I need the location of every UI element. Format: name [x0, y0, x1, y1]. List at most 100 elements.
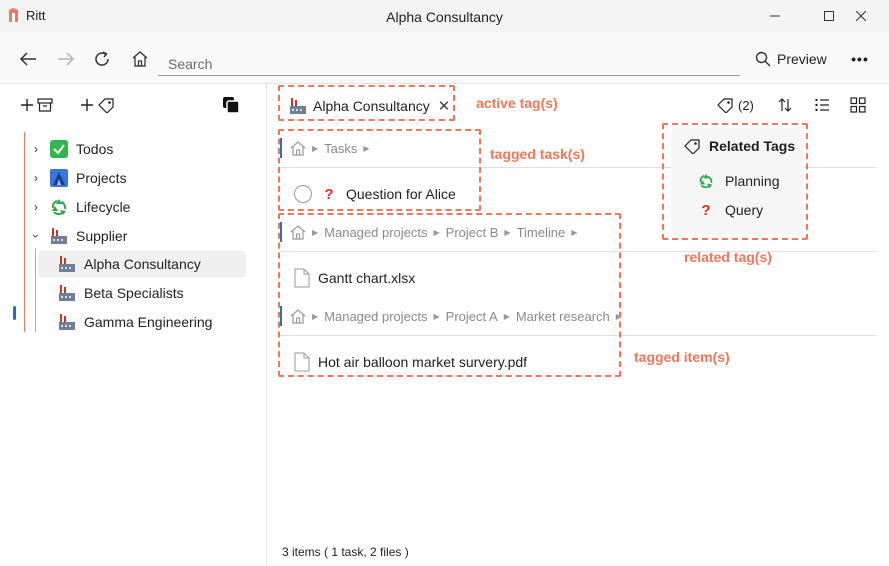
- file-icon: [294, 268, 310, 288]
- task-item[interactable]: ? Question for Alice: [294, 179, 456, 209]
- file-item[interactable]: Gantt chart.xlsx: [294, 263, 415, 293]
- plus-icon: [81, 99, 93, 111]
- breadcrumb-item[interactable]: Market research: [516, 309, 610, 324]
- breadcrumb-item[interactable]: Managed projects: [324, 309, 427, 324]
- crumb-separator-icon: ▶: [433, 227, 440, 237]
- home-icon: [290, 141, 306, 156]
- question-icon: ?: [324, 185, 334, 203]
- recycle-icon: [697, 172, 715, 190]
- grid-view-button[interactable]: [847, 92, 869, 118]
- tree-item-supplier[interactable]: › Supplier: [29, 223, 128, 249]
- annotation-active-tag: active tag(s): [476, 95, 558, 111]
- related-tags-title: Related Tags: [683, 138, 795, 154]
- recycle-icon: [50, 198, 68, 216]
- home-button[interactable]: [127, 46, 153, 72]
- forward-button[interactable]: [53, 46, 79, 72]
- divider: [280, 251, 877, 252]
- home-icon: [290, 225, 306, 240]
- breadcrumb-item[interactable]: Timeline: [517, 225, 566, 240]
- crumb-separator-icon: ▶: [504, 227, 511, 237]
- related-tags-panel: Related Tags Planning ? Query: [671, 128, 803, 234]
- remove-tag-icon[interactable]: ✕: [438, 97, 451, 115]
- group-accent-bar: [280, 306, 282, 326]
- tag-icon: [684, 139, 700, 154]
- tree-item-lifecycle[interactable]: › Lifecycle: [30, 194, 130, 220]
- factory-icon: [58, 284, 76, 302]
- crumb-separator-icon: ▶: [503, 311, 510, 321]
- tree-item-label: Alpha Consultancy: [84, 256, 201, 272]
- selection-marker: [13, 306, 16, 320]
- sidebar-actions: [20, 94, 250, 116]
- crumb-separator-icon: ▶: [363, 143, 370, 153]
- crumb-separator-icon: ▶: [615, 311, 622, 321]
- add-tag-button[interactable]: [80, 94, 115, 116]
- question-icon: ?: [701, 201, 711, 219]
- related-tags-toggle[interactable]: (2): [716, 92, 754, 118]
- sort-arrows-icon: [778, 98, 792, 112]
- collapse-all-button[interactable]: [222, 94, 240, 116]
- archive-box-icon: [37, 98, 53, 112]
- breadcrumb-item[interactable]: Project A: [446, 309, 498, 324]
- tag-icon: [717, 98, 733, 113]
- maximize-icon: [824, 11, 834, 21]
- active-tag-chip[interactable]: Alpha Consultancy ✕: [289, 92, 450, 120]
- active-tag-label: Alpha Consultancy: [313, 98, 430, 114]
- tree-item-alpha-consultancy[interactable]: Alpha Consultancy: [38, 251, 246, 277]
- related-tag-label: Query: [725, 202, 764, 218]
- more-button[interactable]: •••: [848, 46, 872, 72]
- file-label: Hot air balloon market survery.pdf: [318, 354, 528, 370]
- tree-item-projects[interactable]: › Projects: [30, 165, 127, 191]
- tree-item-beta-specialists[interactable]: Beta Specialists: [58, 280, 184, 306]
- group-header-market-research[interactable]: ▶ Managed projects ▶ Project A ▶ Market …: [280, 302, 877, 330]
- minimize-button[interactable]: [752, 0, 798, 32]
- search-icon: [755, 51, 771, 67]
- tree-item-todos[interactable]: › Todos: [30, 136, 113, 162]
- chevron-right-icon[interactable]: ›: [30, 171, 42, 185]
- tree-item-gamma-engineering[interactable]: Gamma Engineering: [58, 309, 212, 335]
- breadcrumb-item[interactable]: Managed projects: [324, 225, 427, 240]
- chevron-right-icon[interactable]: ›: [30, 200, 42, 214]
- green-check-icon: [50, 140, 68, 158]
- related-tag-planning[interactable]: Planning: [697, 172, 780, 190]
- annotation-tagged-tasks: tagged task(s): [490, 146, 585, 162]
- group-accent-bar: [280, 138, 282, 158]
- preview-button[interactable]: Preview: [755, 46, 827, 72]
- title-bar: Ritt Alpha Consultancy: [0, 0, 889, 32]
- preview-label: Preview: [777, 51, 827, 67]
- home-icon: [290, 309, 306, 324]
- back-button[interactable]: [15, 46, 41, 72]
- chevron-down-icon[interactable]: ›: [29, 230, 43, 242]
- tree-guide-line-child: [35, 248, 36, 332]
- refresh-button[interactable]: [89, 46, 115, 72]
- sidebar: › Todos › Projects › Lifecycle › Supplie…: [0, 84, 267, 566]
- plus-icon: [21, 99, 33, 111]
- minimize-icon: [770, 15, 780, 17]
- blue-tent-icon: [50, 169, 68, 187]
- chevron-right-icon[interactable]: ›: [30, 142, 42, 156]
- breadcrumb-item[interactable]: Project B: [446, 225, 499, 240]
- factory-icon: [289, 97, 307, 115]
- file-item[interactable]: Hot air balloon market survery.pdf: [294, 347, 527, 377]
- factory-icon: [58, 313, 76, 331]
- tree-item-label: Lifecycle: [76, 199, 131, 215]
- arrow-right-icon: [58, 52, 75, 66]
- factory-icon: [58, 255, 76, 273]
- tree-item-label: Projects: [76, 170, 127, 186]
- task-checkbox[interactable]: [294, 185, 312, 203]
- tree-item-label: Supplier: [76, 228, 128, 244]
- list-view-button[interactable]: [811, 92, 833, 118]
- tree-item-label: Beta Specialists: [84, 285, 184, 301]
- file-label: Gantt chart.xlsx: [318, 270, 416, 286]
- crumb-separator-icon: ▶: [433, 311, 440, 321]
- breadcrumb-item[interactable]: Tasks: [324, 141, 357, 156]
- sort-button[interactable]: [774, 92, 796, 118]
- tree-guide-line: [24, 132, 25, 332]
- close-window-button[interactable]: [838, 0, 884, 32]
- add-category-button[interactable]: [20, 94, 53, 116]
- search-input[interactable]: [158, 44, 740, 75]
- related-tag-query[interactable]: ? Query: [697, 201, 763, 219]
- tag-count: (2): [738, 97, 754, 113]
- arrow-left-icon: [19, 52, 36, 66]
- divider: [280, 335, 877, 336]
- close-icon: [856, 11, 866, 21]
